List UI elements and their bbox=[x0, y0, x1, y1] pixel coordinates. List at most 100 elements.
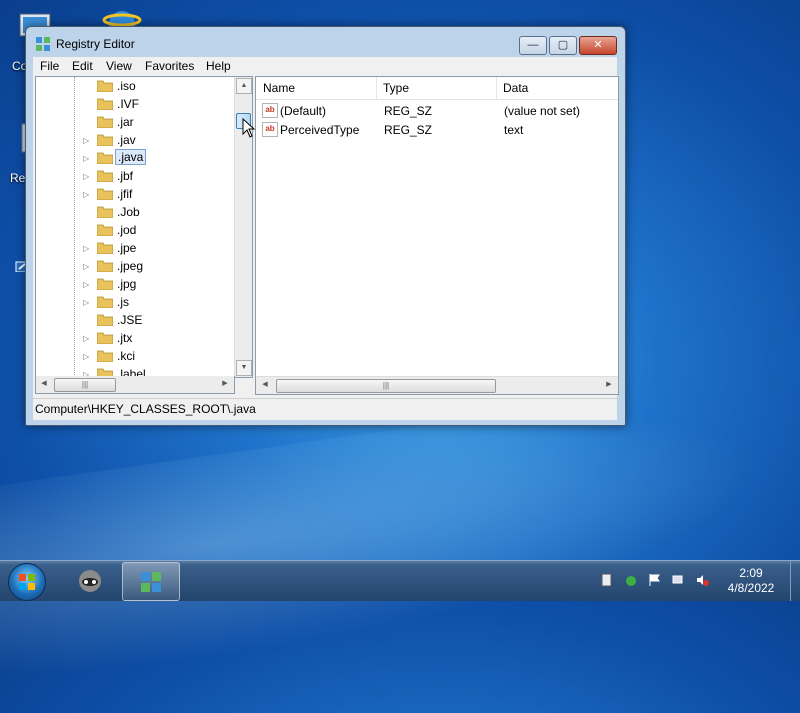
folder-icon bbox=[96, 115, 114, 129]
tree-item-label: .Job bbox=[117, 205, 140, 219]
tree-item-label: .iso bbox=[117, 79, 136, 93]
expand-arrow-icon[interactable]: ▷ bbox=[83, 190, 89, 199]
status-bar: Computer\HKEY_CLASSES_ROOT\.java bbox=[33, 398, 617, 419]
tree-item[interactable]: .jar bbox=[36, 113, 236, 131]
show-desktop-button[interactable] bbox=[790, 561, 800, 601]
tree-item[interactable]: ▷ .jbf bbox=[36, 167, 236, 185]
tree-horizontal-scrollbar[interactable]: ◀ ||| ▶ bbox=[35, 376, 235, 394]
tree-item[interactable]: ▷ .js bbox=[36, 293, 236, 311]
security-shield-icon[interactable] bbox=[624, 573, 637, 587]
expand-arrow-icon[interactable]: ▷ bbox=[83, 244, 89, 253]
menu-file[interactable]: File bbox=[40, 59, 59, 73]
tree-item-label: .jpeg bbox=[117, 259, 144, 273]
list-header: Name Type Data bbox=[256, 77, 618, 100]
list-hscroll-thumb[interactable]: ||| bbox=[276, 379, 496, 393]
tree-item[interactable]: .IVF bbox=[36, 95, 236, 113]
tree-item[interactable]: ▷ .java bbox=[36, 149, 236, 167]
tree-item-label: .js bbox=[117, 295, 129, 309]
scroll-left-arrow-icon[interactable]: ◀ bbox=[258, 378, 272, 392]
folder-icon bbox=[96, 133, 114, 147]
expand-arrow-icon[interactable]: ▷ bbox=[83, 262, 89, 271]
folder-icon bbox=[96, 223, 114, 237]
menu-help[interactable]: Help bbox=[206, 59, 231, 73]
tree-item-label: .jar bbox=[117, 115, 134, 129]
minimize-button[interactable]: — bbox=[519, 36, 547, 55]
menu-favorites[interactable]: Favorites bbox=[145, 59, 194, 73]
registry-key-tree[interactable]: .iso .IVF .jar ▷ .jav ▷ .java ▷ .jbf ▷ .jfif .Job .j… bbox=[35, 76, 253, 378]
tree-item[interactable]: ▷ .jav bbox=[36, 131, 236, 149]
status-key-path: Computer\HKEY_CLASSES_ROOT\.java bbox=[35, 402, 256, 416]
scroll-down-arrow-icon[interactable]: ▼ bbox=[236, 360, 252, 376]
value-data: (value not set) bbox=[504, 104, 581, 118]
folder-icon bbox=[96, 97, 114, 111]
string-value-icon: ab bbox=[262, 103, 278, 118]
value-name: PerceivedType bbox=[280, 123, 360, 137]
network-icon[interactable] bbox=[672, 573, 685, 587]
client-area: .iso .IVF .jar ▷ .jav ▷ .java ▷ .jbf ▷ .jfif .Job .j… bbox=[33, 76, 619, 420]
expand-arrow-icon[interactable]: ▷ bbox=[83, 298, 89, 307]
tree-item-label: .java bbox=[115, 149, 147, 165]
scroll-up-arrow-icon[interactable]: ▲ bbox=[236, 78, 252, 94]
folder-icon bbox=[96, 151, 114, 165]
value-type: REG_SZ bbox=[384, 104, 433, 118]
tree-item[interactable]: ▷ .kci bbox=[36, 347, 236, 365]
scroll-left-arrow-icon[interactable]: ◀ bbox=[37, 377, 51, 391]
folder-icon bbox=[96, 241, 114, 255]
menu-edit[interactable]: Edit bbox=[72, 59, 93, 73]
column-header-type[interactable]: Type bbox=[376, 77, 497, 99]
expand-arrow-icon[interactable]: ▷ bbox=[83, 136, 89, 145]
folder-icon bbox=[96, 277, 114, 291]
volume-muted-icon[interactable] bbox=[696, 573, 709, 587]
tree-item[interactable]: .iso bbox=[36, 77, 236, 95]
tree-item[interactable]: .Job bbox=[36, 203, 236, 221]
column-header-data[interactable]: Data bbox=[496, 77, 618, 99]
list-horizontal-scrollbar[interactable]: ◀ ||| ▶ bbox=[256, 376, 618, 394]
column-header-name[interactable]: Name bbox=[256, 77, 377, 99]
tree-item[interactable]: ▷ .jpg bbox=[36, 275, 236, 293]
taskbar-registry-editor[interactable] bbox=[122, 562, 180, 601]
registry-editor-window[interactable]: Registry Editor — ▢ ✕ File Edit View Fav… bbox=[25, 26, 626, 426]
menu-view[interactable]: View bbox=[106, 59, 132, 73]
expand-arrow-icon[interactable]: ▷ bbox=[83, 280, 89, 289]
values-list[interactable]: Name Type Data ab (Default) REG_SZ (valu… bbox=[255, 76, 619, 395]
taskbar-pinned-app[interactable] bbox=[62, 562, 118, 599]
scroll-right-arrow-icon[interactable]: ▶ bbox=[602, 378, 616, 392]
folder-icon bbox=[96, 331, 114, 345]
registry-editor-taskbar-icon bbox=[141, 572, 161, 592]
title-bar[interactable]: Registry Editor — ▢ ✕ bbox=[26, 27, 625, 57]
folder-icon bbox=[96, 313, 114, 327]
value-name: (Default) bbox=[280, 104, 327, 118]
expand-arrow-icon[interactable]: ▷ bbox=[83, 154, 89, 163]
tree-item-label: .jpe bbox=[117, 241, 137, 255]
notification-document-icon[interactable] bbox=[600, 573, 613, 587]
expand-arrow-icon[interactable]: ▷ bbox=[83, 172, 89, 181]
close-button[interactable]: ✕ bbox=[579, 36, 617, 55]
folder-icon bbox=[96, 295, 114, 309]
tree-item[interactable]: .jod bbox=[36, 221, 236, 239]
action-center-flag-icon[interactable] bbox=[648, 573, 661, 587]
clock-date: 4/8/2022 bbox=[727, 581, 775, 595]
tree-item-label: .IVF bbox=[117, 97, 140, 111]
tree-item[interactable]: ▷ .jpeg bbox=[36, 257, 236, 275]
folder-icon bbox=[96, 349, 114, 363]
tree-item[interactable]: .JSE bbox=[36, 311, 236, 329]
tree-item-label: .jfif bbox=[117, 187, 133, 201]
tree-hscroll-thumb[interactable]: ||| bbox=[54, 378, 116, 392]
folder-icon bbox=[96, 187, 114, 201]
maximize-button[interactable]: ▢ bbox=[549, 36, 577, 55]
tree-item-label: .jpg bbox=[117, 277, 137, 291]
expand-arrow-icon[interactable]: ▷ bbox=[83, 352, 89, 361]
folder-icon bbox=[96, 169, 114, 183]
expand-arrow-icon[interactable]: ▷ bbox=[83, 334, 89, 343]
system-clock[interactable]: 2:09 4/8/2022 bbox=[716, 566, 786, 596]
scroll-right-arrow-icon[interactable]: ▶ bbox=[218, 377, 232, 391]
start-orb-button[interactable] bbox=[8, 563, 46, 601]
tree-item[interactable]: ▷ .jtx bbox=[36, 329, 236, 347]
tree-item-label: .jod bbox=[117, 223, 137, 237]
list-item[interactable]: ab PerceivedType REG_SZ text bbox=[256, 120, 618, 139]
tree-item-label: .jav bbox=[117, 133, 136, 147]
list-item[interactable]: ab (Default) REG_SZ (value not set) bbox=[256, 101, 618, 120]
tree-item[interactable]: ▷ .jpe bbox=[36, 239, 236, 257]
tree-item[interactable]: ▷ .jfif bbox=[36, 185, 236, 203]
mouse-cursor-icon bbox=[242, 117, 256, 141]
